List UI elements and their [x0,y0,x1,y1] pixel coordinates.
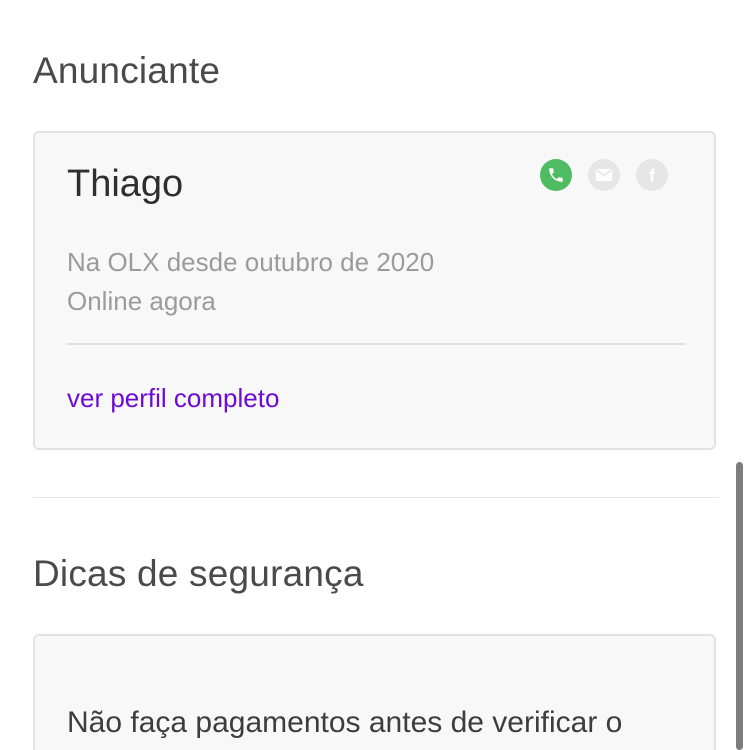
seller-name: Thiago [67,163,184,205]
advertiser-section-title: Anunciante [33,50,221,91]
mail-icon[interactable] [588,159,620,191]
view-full-profile-link[interactable]: ver perfil completo [67,383,279,414]
scrollbar-thumb[interactable] [736,462,743,750]
online-status-text: Online agora [67,286,216,316]
card-divider [67,343,685,345]
member-since-text: Na OLX desde outubro de 2020 [67,247,435,277]
section-separator [33,497,718,498]
facebook-icon[interactable]: f [636,159,668,191]
contact-icons: f [540,159,668,191]
safety-tip-text: Não faça pagamentos antes de verificar o [67,706,623,739]
advertiser-card: Thiago f Na OLX desde outubro de 2020 On… [33,131,716,450]
phone-icon[interactable] [540,159,572,191]
safety-tips-card: Não faça pagamentos antes de verificar o [33,634,716,750]
page: Anunciante Thiago f Na OLX desde outubro… [0,0,750,750]
safety-section-title: Dicas de segurança [33,553,364,594]
